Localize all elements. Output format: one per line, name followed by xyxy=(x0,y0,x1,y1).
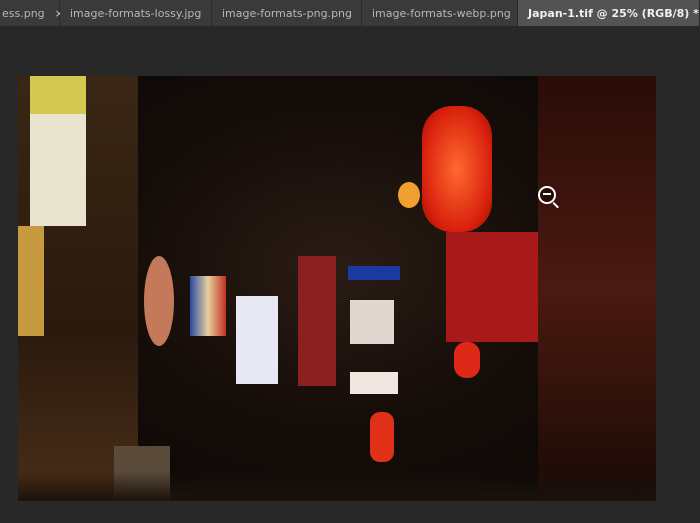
tab-label: Japan-1.tif @ 25% (RGB/8) * xyxy=(528,6,699,20)
zoom-out-icon xyxy=(538,186,556,204)
building-right xyxy=(538,76,656,501)
lamp xyxy=(398,182,420,208)
tab-ess-png[interactable]: ess.png× xyxy=(0,0,64,26)
tab-label: image-formats-lossy.jpg xyxy=(70,6,202,20)
flag xyxy=(190,276,226,336)
tab-image-formats-png[interactable]: image-formats-png.png× xyxy=(212,0,371,26)
lantern-street xyxy=(370,412,394,462)
sign-yellow xyxy=(30,76,86,114)
sign-red-large xyxy=(446,232,546,342)
sign-lit xyxy=(18,226,44,336)
tab-label: ess.png xyxy=(2,6,45,20)
sign-small xyxy=(350,300,394,344)
tab-label: image-formats-png.png xyxy=(222,6,353,20)
round-sign xyxy=(144,256,174,346)
sign-vertical-white xyxy=(236,296,278,384)
sign-blue xyxy=(348,266,400,280)
tab-image-formats-webp[interactable]: image-formats-webp.png× xyxy=(362,0,530,26)
tab-japan-1-tif[interactable]: Japan-1.tif @ 25% (RGB/8) *× xyxy=(518,0,700,26)
document-image[interactable] xyxy=(18,76,656,501)
document-tab-bar: ess.png× image-formats-lossy.jpg× image-… xyxy=(0,0,700,26)
tab-image-formats-lossy[interactable]: image-formats-lossy.jpg× xyxy=(60,0,221,26)
street xyxy=(18,471,656,501)
lantern-small xyxy=(454,342,480,378)
sign-small-2 xyxy=(350,372,398,394)
sign-vertical-red xyxy=(298,256,336,386)
lantern-large xyxy=(422,106,492,232)
tab-label: image-formats-webp.png xyxy=(372,6,511,20)
